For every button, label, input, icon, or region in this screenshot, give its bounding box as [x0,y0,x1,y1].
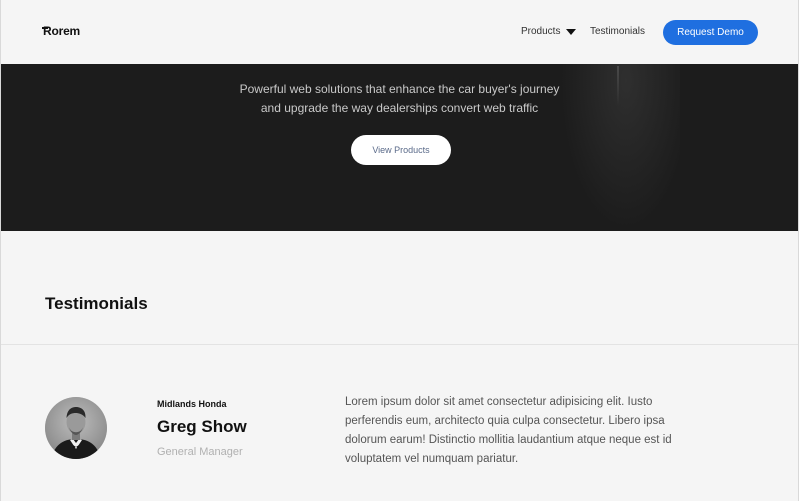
testimonial-company: Midlands Honda [157,399,227,409]
testimonial-name: Greg Show [157,417,247,436]
testimonial-role: General Manager [157,446,243,458]
page-border-left [0,0,1,501]
testimonial-quote: Lorem ipsum dolor sit amet consectetur a… [345,396,672,465]
view-products-button[interactable]: View Products [351,135,451,165]
nav-testimonials-link[interactable]: Testimonials [590,26,645,37]
request-demo-button[interactable]: Request Demo [663,20,758,45]
hero-tagline: Powerful web solutions that enhance the … [0,80,799,118]
avatar [45,397,107,459]
caret-down-icon [566,29,577,35]
logo[interactable]: Rorem [43,24,80,38]
nav-products-label: Products [521,26,561,37]
testimonials-heading: Testimonials [45,294,148,313]
hero-tagline-line2: and upgrade the way dealerships convert … [260,101,539,115]
hero-section: Powerful web solutions that enhance the … [0,64,799,231]
nav-products-dropdown[interactable]: Products [521,26,577,37]
hero-tagline-line1: Powerful web solutions that enhance the … [239,82,560,96]
person-portrait-icon [45,397,107,459]
section-divider [0,344,799,345]
site-header: Rorem Products Testimonials Request Demo [0,0,799,64]
